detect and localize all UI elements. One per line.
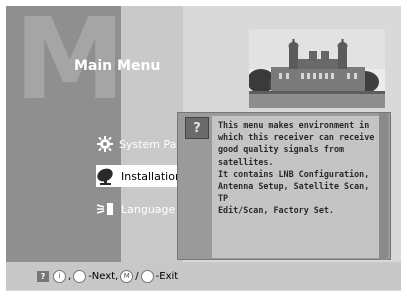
help-key-icon[interactable]: ?	[37, 270, 49, 282]
info-key-icon[interactable]: i	[53, 269, 66, 283]
satellite-dish-icon	[96, 166, 116, 186]
ok-key-icon[interactable]	[73, 269, 87, 283]
page-title: Main Menu	[74, 58, 161, 74]
language-icon	[96, 199, 116, 219]
menu-item-label: Installation	[121, 169, 182, 183]
preview-image	[249, 29, 385, 108]
exit-key-icon[interactable]	[140, 269, 154, 283]
info-line: Edit/Scan, Factory Set.	[218, 205, 334, 216]
menu-item-label: Language	[121, 202, 176, 216]
footer-exit-label: -Exit	[155, 270, 179, 282]
footer-next-label: -Next,	[88, 270, 119, 282]
info-panel-shadow	[379, 113, 388, 260]
help-icon: ?	[185, 117, 209, 139]
footer-separator: /	[135, 270, 139, 282]
info-line: It contains LNB Configuration,	[218, 168, 370, 179]
info-line: Antenna Setup, Satellite Scan, TP	[218, 181, 370, 204]
info-line: This menu makes environment in	[218, 120, 370, 130]
info-line: which this receiver can receive	[218, 132, 375, 143]
gear-icon	[96, 134, 114, 154]
footer-help-bar: ? i , -Next, M / -Exit	[6, 262, 401, 290]
info-line: good quality signals from satellites.	[218, 144, 345, 167]
info-description: This menu makes environment in which thi…	[218, 119, 382, 217]
footer-separator: ,	[68, 270, 72, 282]
menu-item-installation[interactable]: Installation	[96, 165, 182, 187]
menu-item-language[interactable]: Language	[96, 198, 182, 220]
menu-item-system-parameters[interactable]: System Para	[96, 133, 188, 155]
menu-key-icon[interactable]: M	[120, 269, 134, 283]
info-panel: ? This menu makes environment in which t…	[177, 112, 391, 260]
